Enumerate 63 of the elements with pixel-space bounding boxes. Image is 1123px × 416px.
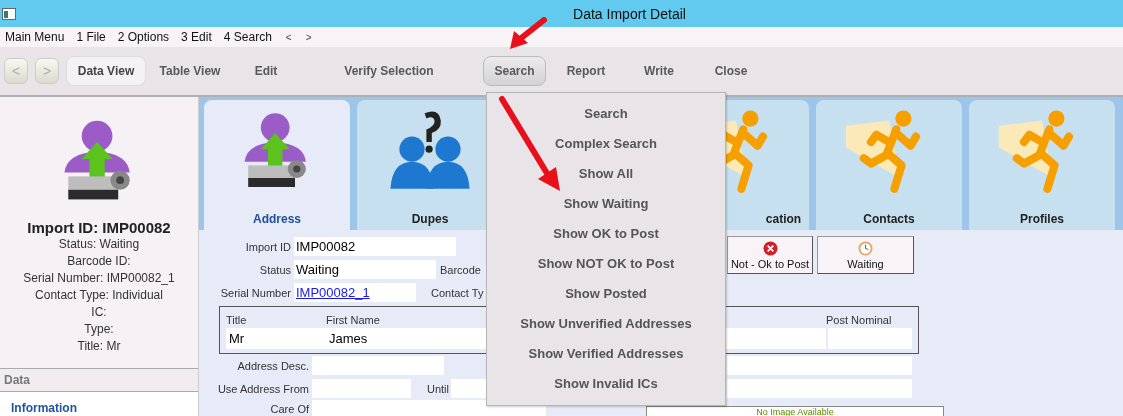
cross-icon <box>762 240 778 256</box>
toolbar-button[interactable]: Table View <box>146 56 234 86</box>
information-link[interactable]: Information <box>11 401 77 415</box>
clock-icon <box>858 240 873 256</box>
menu-item[interactable]: Show Verified Addresses <box>487 339 725 369</box>
field-label: Import ID <box>244 240 292 253</box>
serial-number-link[interactable]: IMP00082_1 <box>296 285 370 300</box>
input-field[interactable] <box>312 379 411 398</box>
tab[interactable]: Profiles <box>969 100 1115 230</box>
menu-item[interactable]: < <box>285 31 292 43</box>
menu-item[interactable]: 1 File <box>76 30 106 44</box>
input-field[interactable]: Mr <box>226 328 326 349</box>
tab[interactable]: Address <box>204 100 350 230</box>
toolbar-button[interactable]: Write <box>626 56 692 86</box>
summary-line: Title: Mr <box>77 338 121 355</box>
column-label: Post Nominal <box>826 313 892 326</box>
menu-item[interactable]: Main Menu <box>5 30 65 44</box>
summary-line: Status: Waiting <box>58 236 140 253</box>
menu-item[interactable]: Show Invalid ICs <box>487 369 725 399</box>
summary-line: IC: <box>91 304 107 321</box>
field-label: Care Of <box>269 402 310 416</box>
annotation-arrow <box>508 17 548 51</box>
field-label: Contact Ty <box>431 286 484 299</box>
field-label: Status <box>258 263 292 276</box>
menu-item[interactable]: 2 Options <box>117 30 170 44</box>
field-label: Address Desc. <box>236 359 310 372</box>
menu-item[interactable]: Show Posted <box>487 279 725 309</box>
toolbar-button[interactable]: Edit <box>234 56 298 86</box>
toolbar-button[interactable]: Data View <box>66 56 146 86</box>
field-label: Serial Number <box>219 286 292 299</box>
menu-item[interactable]: 4 Search <box>223 30 272 44</box>
input-field[interactable]: IMP00082_1 <box>294 283 416 302</box>
field-label: Barcode <box>440 263 481 276</box>
image-field[interactable]: No Image Available <box>646 406 944 416</box>
column-label: Title <box>226 313 247 326</box>
field-label: Until <box>427 382 450 395</box>
input-field[interactable] <box>727 356 912 375</box>
field-label: Use Address From <box>216 382 310 395</box>
menu-item[interactable]: Show Unverified Addresses <box>487 309 725 339</box>
toolbar-button[interactable]: Verify Selection <box>298 56 480 86</box>
summary-line: Barcode ID: <box>67 253 131 270</box>
toolbar-button[interactable]: Search <box>483 56 546 86</box>
input-field[interactable]: Waiting <box>294 260 436 279</box>
toolbar-button[interactable]: Report <box>546 56 626 86</box>
window-title: Data Import Detail <box>572 5 687 22</box>
input-field[interactable] <box>727 379 912 398</box>
app-icon <box>2 7 16 20</box>
status-button[interactable]: Waiting <box>817 236 914 274</box>
summary-line: Serial Number: IMP00082_1 <box>23 270 175 287</box>
menu-item[interactable]: Show NOT OK to Post <box>487 249 725 279</box>
input-field[interactable]: IMP00082 <box>294 237 456 256</box>
import-id-heading: Import ID: IMP00082 <box>27 219 171 236</box>
section-header: Data <box>0 368 198 392</box>
input-field[interactable] <box>312 356 444 375</box>
status-button[interactable]: Not - Ok to Post <box>727 236 813 274</box>
toolbar-button[interactable]: Close <box>692 56 770 86</box>
menu-item[interactable]: 3 Edit <box>181 30 212 44</box>
menu-item[interactable]: > <box>305 31 312 43</box>
summary-line: Type: <box>84 321 114 338</box>
input-field[interactable] <box>312 400 546 416</box>
column-label: First Name <box>326 313 380 326</box>
tab[interactable]: Contacts <box>816 100 962 230</box>
summary-line: Contact Type: Individual <box>35 287 163 304</box>
